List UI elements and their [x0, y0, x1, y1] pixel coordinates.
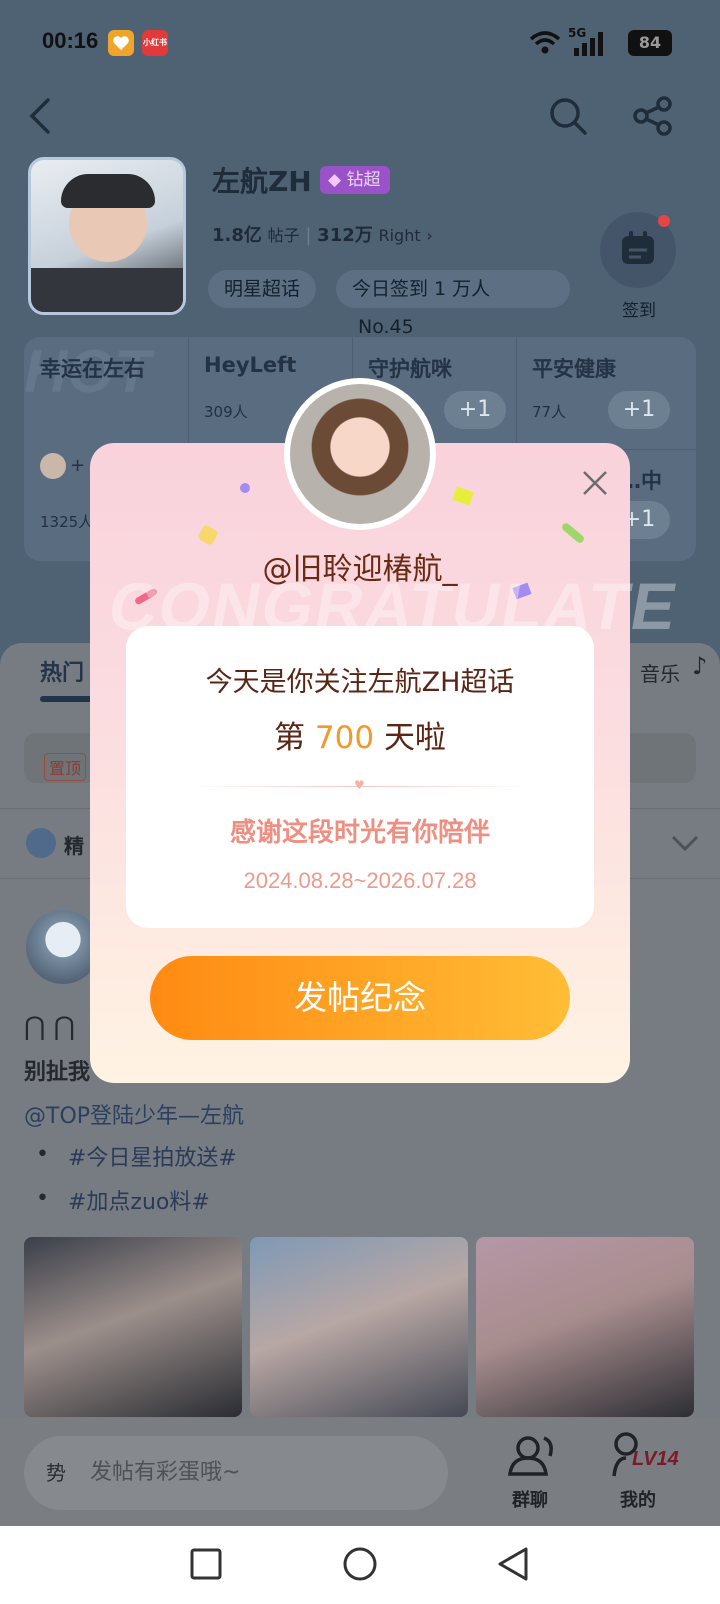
input-prefix-icon: 势 [46, 1461, 66, 1485]
hashtag-link[interactable]: #加点zuo料# [68, 1184, 210, 1216]
line2-prefix: 第 [274, 720, 306, 756]
post-author-avatar[interactable] [26, 910, 100, 984]
line2-suffix: 天啦 [383, 720, 446, 756]
mine-label[interactable]: 我的 [620, 1486, 656, 1512]
post-title: 别扯我 [24, 1060, 91, 1085]
featured-label[interactable]: 精 [64, 830, 84, 859]
recents-icon[interactable] [190, 1548, 222, 1580]
date-range: 2024.08.28~2026.07.28 [243, 868, 477, 893]
join-button[interactable]: +1 [608, 391, 670, 429]
posts-count: 1.8亿 [212, 225, 262, 246]
diamond-badge: ◆ 钻超 [320, 166, 391, 194]
share-icon[interactable] [632, 96, 674, 136]
topic-title: 左航ZH [212, 165, 312, 198]
status-bar: 00:16 小红书 5G 84 [0, 0, 720, 90]
bullet: • [36, 1186, 49, 1211]
fans-label[interactable]: Right [378, 226, 420, 245]
tab-music[interactable]: 音乐 [640, 658, 680, 687]
xiaohongshu-icon: 小红书 [142, 30, 168, 56]
group-name: 幸运在左右 [40, 357, 145, 381]
featured-icon [26, 828, 56, 858]
signal-icon [574, 32, 603, 56]
topic-stats: 1.8亿 帖子 | 312万 Right › [212, 225, 433, 246]
heart-app-icon [108, 30, 134, 56]
anniversary-line2: 第 700 天啦 [126, 712, 594, 757]
home-icon[interactable] [342, 1546, 378, 1582]
input-placeholder: 发帖有彩蛋哦~ [90, 1460, 241, 1485]
back-nav-icon[interactable] [496, 1546, 530, 1582]
post-input[interactable]: 势 发帖有彩蛋哦~ [24, 1436, 448, 1510]
group-name: HeyLeft [204, 353, 297, 377]
anniversary-line1: 今天是你关注左航ZH超话 [205, 667, 515, 698]
diamond-icon: ◆ [328, 170, 347, 190]
join-button[interactable]: +1 [444, 391, 506, 429]
topic-cover-image[interactable] [28, 157, 186, 315]
days-count: 700 [314, 720, 375, 756]
post-photo[interactable] [476, 1237, 694, 1417]
hashtag-link[interactable]: #今日星拍放送# [68, 1140, 237, 1172]
horseshoe-icons: ⋂ ⋂ [24, 1012, 75, 1042]
status-time: 00:16 [42, 28, 99, 53]
navigation-bar [0, 1526, 720, 1604]
group-count: 77人 [532, 403, 567, 421]
post-photo[interactable] [250, 1237, 468, 1417]
fans-count: 312万 [317, 225, 373, 246]
search-icon[interactable] [548, 96, 588, 136]
rank-text: No.45 [358, 316, 414, 338]
badge-label: 钻超 [346, 170, 381, 190]
avatar [40, 453, 66, 479]
checkin-label: 签到 [622, 301, 656, 321]
battery-icon: 84 [628, 30, 672, 56]
user-avatar [284, 378, 436, 530]
group-count: 309人 [204, 403, 248, 421]
heart-icon: ♥ [354, 778, 365, 792]
checkin-stats-text: 今日签到 1 万人 [352, 278, 491, 300]
back-icon[interactable] [24, 96, 56, 136]
post-commemorate-button[interactable]: 发帖纪念 [150, 956, 570, 1040]
user-nickname: @旧聆迎椿航_ [262, 552, 458, 587]
notification-dot [658, 215, 670, 227]
post-photo[interactable] [24, 1237, 242, 1417]
group-name: 平安健康 [532, 357, 616, 381]
wifi-icon [529, 31, 561, 54]
checkin-stats-chip[interactable]: 今日签到 1 万人 No.45 [336, 270, 570, 338]
group-name: 守护航咪 [368, 357, 452, 381]
group-chat-icon[interactable] [506, 1432, 562, 1478]
thanks-text: 感谢这段时光有你陪伴 [229, 818, 490, 848]
bullet: • [36, 1142, 49, 1167]
posts-label: 帖子 [267, 226, 300, 245]
category-chip[interactable]: 明星超话 [208, 270, 317, 308]
level-badge: LV14 [632, 1448, 679, 1470]
music-note-icon: ♪ [692, 652, 708, 680]
plus-sign: + [70, 455, 86, 476]
calendar-icon [622, 231, 654, 264]
close-icon[interactable] [578, 466, 612, 500]
group-card[interactable]: 平安健康 77人 +1 [516, 337, 696, 449]
group-chat-label[interactable]: 群聊 [512, 1486, 548, 1512]
pinned-tag: 置顶 [44, 753, 87, 781]
chevron-right-icon: › [426, 226, 433, 245]
group-count: 1325人 [40, 513, 94, 531]
chevron-down-icon[interactable] [670, 834, 700, 852]
post-mention[interactable]: @TOP登陆少年—左航 [24, 1098, 244, 1130]
tab-hot[interactable]: 热门 [40, 655, 84, 687]
